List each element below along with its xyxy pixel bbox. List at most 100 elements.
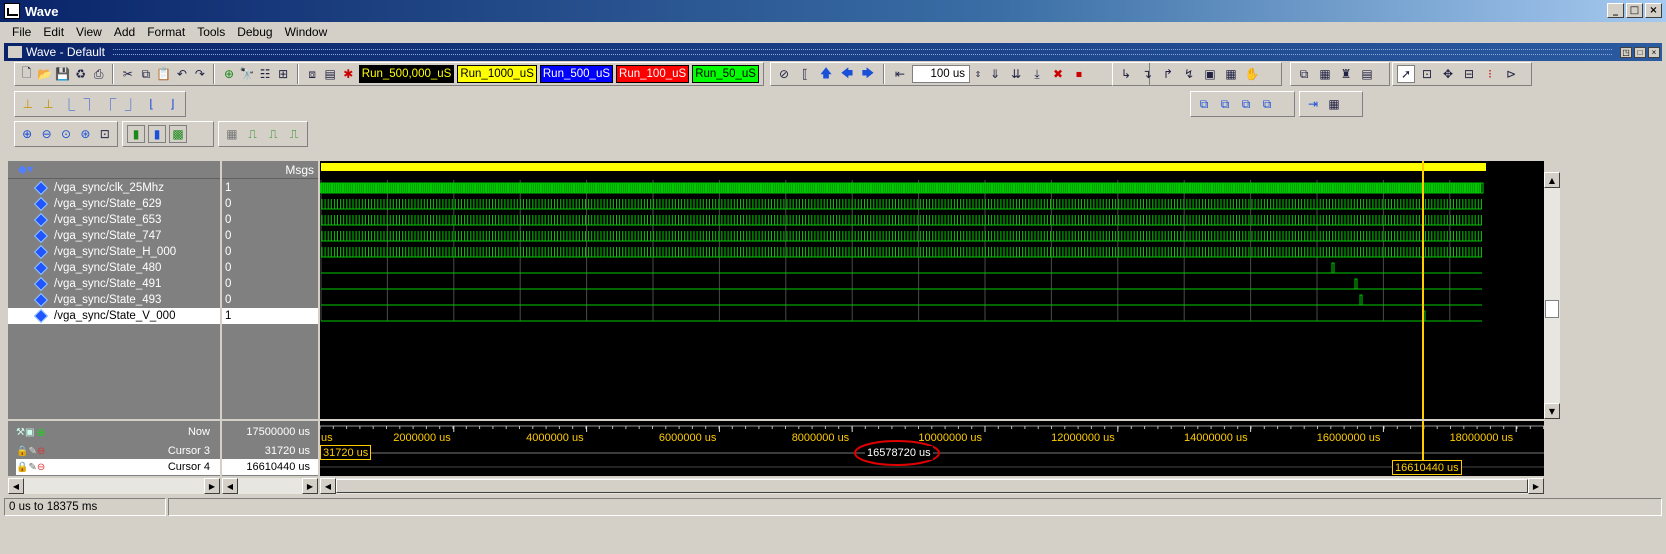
step-icon[interactable]: ↳ — [1117, 65, 1135, 83]
traffic-light-icon[interactable]: ⁝ — [1481, 65, 1499, 83]
step-out-icon[interactable]: ↱ — [1159, 65, 1177, 83]
run-all-icon[interactable]: ⤓ — [1028, 65, 1046, 83]
new-file-icon[interactable]: 🗋 — [19, 65, 34, 83]
scroll-down-arrow-icon[interactable]: ▼ — [1544, 403, 1560, 419]
signal-row[interactable]: /vga_sync/State_629 — [8, 196, 220, 212]
step-into-icon[interactable]: ↯ — [1180, 65, 1198, 83]
wave-grid-icon[interactable]: ▦ — [223, 125, 241, 143]
menu-edit[interactable]: Edit — [37, 25, 70, 39]
stop-icon[interactable]: ✖ — [1049, 65, 1067, 83]
insert-cursor-icon[interactable]: ⊥ — [19, 95, 37, 113]
forward-arrow-icon[interactable]: 🡆 — [859, 65, 877, 83]
wave-scroll-thumb[interactable] — [336, 479, 1528, 493]
subwindow-close-button[interactable]: × — [1648, 46, 1660, 58]
wave-format-1-icon[interactable]: ▮ — [127, 125, 145, 143]
hand-icon[interactable]: ✋ — [1243, 65, 1261, 83]
open-folder-icon[interactable]: 📂 — [37, 65, 52, 83]
signal-row[interactable]: /vga_sync/State_747 — [8, 228, 220, 244]
run-length-spinner-icon[interactable]: ⇕ — [973, 65, 983, 83]
cursor3-marker[interactable]: 31720 us — [320, 445, 372, 460]
zoom-region-icon[interactable]: ⊡ — [97, 125, 113, 143]
wave-format-3-icon[interactable]: ▩ — [169, 125, 187, 143]
zoom-full-icon[interactable]: ⊙ — [58, 125, 74, 143]
wave-scroll-left-arrow-icon[interactable]: ◀ — [320, 478, 336, 494]
restart-icon[interactable]: ⇤ — [891, 65, 909, 83]
save-icon[interactable]: 💾 — [55, 65, 70, 83]
up-arrow-icon[interactable]: 🡅 — [817, 65, 835, 83]
add-cursor-icon[interactable]: ⊕ — [36, 426, 45, 439]
signal-row[interactable]: /vga_sync/State_H_000 — [8, 244, 220, 260]
wave-compare-icon[interactable]: ⊳ — [1502, 65, 1520, 83]
table-icon[interactable]: ▤ — [1358, 65, 1376, 83]
halt-icon[interactable]: ⏹ — [1070, 65, 1088, 83]
add-icon[interactable]: ⊕ — [221, 65, 236, 83]
signal-add-icon[interactable]: ◆▾ — [18, 162, 33, 176]
menu-debug[interactable]: Debug — [231, 25, 278, 39]
print-icon[interactable]: ⎙ — [91, 65, 106, 83]
break-sim-icon[interactable]: ⊘ — [775, 65, 793, 83]
scroll-up-arrow-icon[interactable]: ▲ — [1544, 172, 1560, 188]
run-500-us-button[interactable]: Run_500_uS — [539, 65, 614, 83]
rising-edge-icon[interactable]: ⌋ — [163, 95, 181, 113]
signal-row[interactable]: /vga_sync/State_491 — [8, 276, 220, 292]
tree-icon[interactable]: ⊞ — [276, 65, 291, 83]
wave-pulse-1-icon[interactable]: ⎍ — [244, 125, 262, 143]
pan-icon[interactable]: ✥ — [1439, 65, 1457, 83]
wave-pulse-3-icon[interactable]: ⎍ — [285, 125, 303, 143]
signal-row[interactable]: /vga_sync/State_480 — [8, 260, 220, 276]
zoom-mode-icon[interactable]: ⊡ — [1418, 65, 1436, 83]
cursor3-remove-icon[interactable]: ⊖ — [37, 446, 45, 457]
cut-icon[interactable]: ✂ — [120, 65, 135, 83]
bookmark-add-icon[interactable]: ⧉ — [1195, 95, 1213, 113]
memory-icon[interactable]: ▣ — [1201, 65, 1219, 83]
next-edge-icon[interactable]: ⏋ — [81, 95, 99, 113]
vertical-scroll-thumb[interactable] — [1545, 300, 1559, 318]
close-button[interactable]: × — [1645, 3, 1662, 18]
run-icon[interactable]: ⇓ — [986, 65, 1004, 83]
next-transition-icon[interactable]: ⏌ — [122, 95, 140, 113]
grid-icon[interactable]: ▦ — [1316, 65, 1334, 83]
break-icon[interactable]: ✱ — [341, 65, 356, 83]
undock-button[interactable]: ◳ — [1620, 46, 1632, 58]
subwindow-maximize-button[interactable]: □ — [1634, 46, 1646, 58]
signal-row[interactable]: /vga_sync/State_493 — [8, 292, 220, 308]
run-100-us-button[interactable]: Run_100_uS — [616, 65, 690, 83]
menu-add[interactable]: Add — [108, 25, 141, 39]
waveform-pane[interactable] — [320, 161, 1544, 419]
profile-icon[interactable]: ♜ — [1337, 65, 1355, 83]
zoom-cursor-icon[interactable]: ⊛ — [77, 125, 93, 143]
wave-format-2-icon[interactable]: ▮ — [148, 125, 166, 143]
values-scroll-left-arrow-icon[interactable]: ◀ — [222, 478, 238, 494]
maximize-button[interactable]: □ — [1626, 3, 1643, 18]
layers-icon[interactable]: ⧉ — [1295, 65, 1313, 83]
prev-edge-icon[interactable]: ⎿ — [60, 95, 78, 113]
paste-icon[interactable]: 📋 — [156, 65, 171, 83]
compile-icon[interactable]: ⧈ — [305, 65, 320, 83]
env-icon[interactable]: ⟦ — [796, 65, 814, 83]
run-50-us-button[interactable]: Run_50_uS — [692, 65, 759, 83]
wave-scroll-right-arrow-icon[interactable]: ▶ — [1528, 478, 1544, 494]
prev-transition-icon[interactable]: ⎾ — [102, 95, 120, 113]
redo-icon[interactable]: ↷ — [192, 65, 207, 83]
step-over-icon[interactable]: ↴ — [1138, 65, 1156, 83]
zoom-out-icon[interactable]: ⊖ — [38, 125, 54, 143]
menu-file[interactable]: File — [6, 25, 37, 39]
names-scroll-left-arrow-icon[interactable]: ◀ — [8, 478, 24, 494]
edit-icon[interactable]: ⊟ — [1460, 65, 1478, 83]
find-icon[interactable]: 🔭 — [240, 65, 255, 83]
continue-icon[interactable]: ⇊ — [1007, 65, 1025, 83]
back-arrow-icon[interactable]: 🡄 — [838, 65, 856, 83]
cursor-tools-icon[interactable]: ⚒▣ — [16, 427, 34, 438]
cursor4-marker[interactable]: 16610440 us — [1392, 460, 1462, 475]
run-1000-us-button[interactable]: Run_1000_uS — [457, 65, 537, 83]
cursor3-lock-icon[interactable]: 🔒 — [16, 446, 28, 457]
undo-icon[interactable]: ↶ — [174, 65, 189, 83]
signal-row[interactable]: /vga_sync/clk_25Mhz — [8, 180, 220, 196]
run-length-input[interactable] — [912, 65, 970, 83]
vertical-scrollbar[interactable]: ▲ ▼ — [1544, 172, 1560, 419]
values-hscrollbar[interactable]: ◀ ▶ — [222, 478, 318, 494]
wave-pulse-2-icon[interactable]: ⎍ — [265, 125, 283, 143]
wave-hscrollbar[interactable]: ◀ ▶ — [320, 478, 1544, 494]
cursor3-edit-icon[interactable]: ✎ — [28, 446, 36, 457]
bookmark-prev-icon[interactable]: ⧉ — [1216, 95, 1234, 113]
